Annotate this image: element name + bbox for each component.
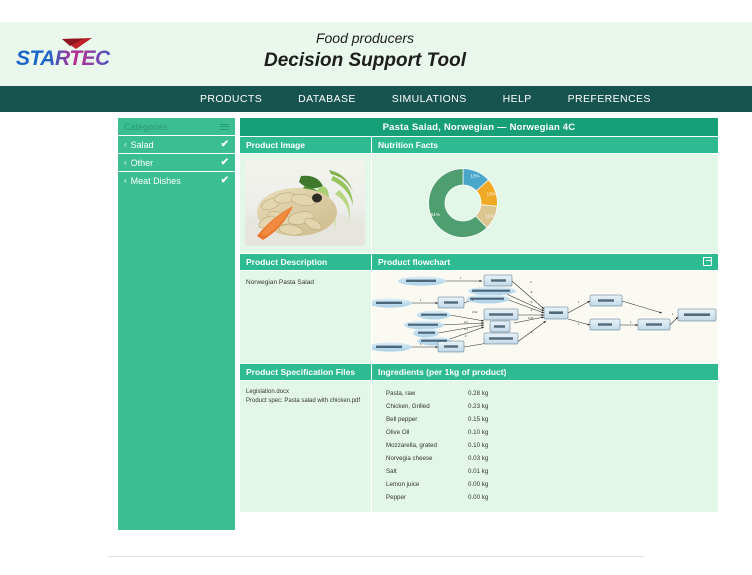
product-image-cell — [240, 154, 371, 253]
ingredient-row: Bell pepper 0.15 kg — [372, 413, 718, 426]
ingredient-amount: 0.01 kg — [468, 468, 489, 475]
sidebar-item-other[interactable]: ‹ Other ✔ — [118, 153, 235, 171]
ingredient-row: Olive Oil 0.10 kg — [372, 426, 718, 439]
product-title: Pasta Salad, Norwegian — Norwegian 4C — [240, 118, 718, 136]
ingredient-name: Chicken, Grilled — [386, 403, 430, 410]
ingredient-name: Pepper — [386, 494, 406, 501]
section-header-product-description: Product Description — [240, 254, 371, 270]
sidebar-item-meat-dishes[interactable]: ‹ Meat Dishes ✔ — [118, 171, 235, 189]
product-content-panel: Pasta Salad, Norwegian — Norwegian 4C Pr… — [240, 118, 718, 512]
hamburger-icon[interactable] — [220, 122, 229, 131]
ingredient-name: Salt — [386, 468, 397, 475]
section-body-row-1: 13%13%11%61% Fat Carbo Protein — [240, 153, 718, 253]
nav-item-database[interactable]: DATABASE — [298, 93, 356, 105]
ingredient-amount: 0.10 kg — [468, 429, 489, 436]
section-header-product-image: Product Image — [240, 137, 371, 153]
svg-text:0.2: 0.2 — [464, 320, 468, 324]
ingredient-row: Mozzarella, grated 0.10 kg — [372, 439, 718, 452]
section-header-flowchart-label: Product flowchart — [378, 257, 451, 267]
ingredient-row: Salt 0.01 kg — [372, 465, 718, 478]
chevron-left-icon: ‹ — [124, 140, 127, 149]
brand-logo[interactable]: STARTEC — [8, 38, 138, 76]
check-icon: ✔ — [220, 139, 229, 150]
page-header: STARTEC Food producers Decision Support … — [0, 22, 752, 86]
app-title: Decision Support Tool — [264, 50, 466, 71]
nav-item-help[interactable]: HELP — [503, 93, 532, 105]
ingredient-amount: 0.15 kg — [468, 416, 489, 423]
ingredient-amount: 0.28 kg — [468, 390, 489, 397]
section-header-product-flowchart: Product flowchart — [372, 254, 718, 270]
spec-files-cell: Legislation.docx Product spec: Pasta sal… — [240, 381, 371, 512]
section-body-row-2: Norwegian Pasta Salad 1 1 1 1 0.02 0.2 0… — [240, 270, 718, 363]
ingredient-row: Pasta, raw 0.28 kg — [372, 387, 718, 400]
spec-file-link[interactable]: Legislation.docx — [246, 388, 365, 397]
product-photo — [245, 160, 365, 246]
donut-label-carbo: 13% — [487, 191, 496, 196]
product-flowchart-cell[interactable]: 1 1 1 1 0.02 0.2 0.1 .0 2 .8 .9 .9 0.42 … — [372, 271, 718, 363]
page-body: Categories ‹ Salad ✔ ‹ Other ✔ ‹ Meat Di… — [0, 112, 752, 552]
svg-text:0.42: 0.42 — [528, 316, 534, 320]
product-description-text: Norwegian Pasta Salad — [246, 279, 314, 286]
donut-label-other: 61% — [431, 212, 440, 217]
sidebar-item-label: Salad — [130, 139, 154, 150]
sidebar-item-salad[interactable]: ‹ Salad ✔ — [118, 135, 235, 153]
product-description-cell: Norwegian Pasta Salad — [240, 271, 371, 363]
sidebar-header: Categories — [118, 118, 235, 135]
section-header-nutrition-facts: Nutrition Facts — [372, 137, 718, 153]
section-header-row-1: Product Image Nutrition Facts — [240, 136, 718, 153]
section-header-spec-files: Product Specification Files — [240, 364, 371, 380]
section-header-ingredients: Ingredients (per 1kg of product) — [372, 364, 718, 380]
ingredient-row: Norvegia cheese 0.03 kg — [372, 452, 718, 465]
categories-sidebar: Categories ‹ Salad ✔ ‹ Other ✔ ‹ Meat Di… — [118, 118, 235, 530]
check-icon: ✔ — [220, 157, 229, 168]
footer-divider — [108, 556, 644, 557]
ingredient-amount: 0.10 kg — [468, 442, 489, 449]
sidebar-heading: Categories — [124, 121, 168, 132]
svg-text:0.1: 0.1 — [464, 327, 468, 331]
sidebar-item-label: Other — [130, 157, 154, 168]
donut-label-fat: 13% — [471, 174, 480, 179]
ingredient-name: Lemon juice — [386, 481, 420, 488]
donut-label-protein: 11% — [485, 214, 494, 219]
ingredient-row: Lemon juice 0.00 kg — [372, 478, 718, 491]
nutrition-donut-chart: 13% 13% 11% 61% — [420, 160, 506, 246]
ingredient-name: Pasta, raw — [386, 390, 416, 397]
ingredient-list: Pasta, raw 0.28 kg Chicken, Grilled 0.23 kg… — [372, 387, 718, 504]
ingredient-name: Norvegia cheese — [386, 455, 433, 462]
ingredient-name: Bell pepper — [386, 416, 418, 423]
nav-item-simulations[interactable]: SIMULATIONS — [392, 93, 467, 105]
ingredient-amount: 0.00 kg — [468, 494, 489, 501]
app-subtitle: Food producers — [315, 30, 415, 46]
nav-item-preferences[interactable]: PREFERENCES — [568, 93, 651, 105]
svg-text:0.02: 0.02 — [472, 310, 478, 314]
chevron-left-icon: ‹ — [124, 176, 127, 185]
ingredients-cell: Pasta, raw 0.28 kg Chicken, Grilled 0.23 kg… — [372, 381, 718, 512]
logo-wordmark: STARTEC — [16, 47, 110, 70]
nav-item-list: PRODUCTS DATABASE SIMULATIONS HELP PREFE… — [200, 86, 651, 112]
nav-item-products[interactable]: PRODUCTS — [200, 93, 262, 105]
expand-icon[interactable] — [703, 257, 712, 266]
ingredient-amount: 0.03 kg — [468, 455, 489, 462]
ingredient-name: Mozzarella, grated — [386, 442, 437, 449]
nutrition-facts-cell: 13%13%11%61% Fat Carbo Protein — [372, 154, 718, 253]
ingredient-amount: 0.23 kg — [468, 403, 489, 410]
check-icon: ✔ — [220, 175, 229, 186]
section-body-row-3: Legislation.docx Product spec: Pasta sal… — [240, 380, 718, 512]
chevron-left-icon: ‹ — [124, 158, 127, 167]
app-title-block: Food producers Decision Support Tool — [155, 28, 575, 73]
ingredient-row: Chicken, Grilled 0.23 kg — [372, 400, 718, 413]
ingredient-row: Pepper 0.00 kg — [372, 491, 718, 504]
ingredient-amount: 0.00 kg — [468, 481, 489, 488]
sidebar-item-label: Meat Dishes — [130, 175, 181, 186]
section-header-row-2: Product Description Product flowchart — [240, 253, 718, 270]
spec-file-link[interactable]: Product spec: Pasta salad with chicken.p… — [246, 397, 365, 406]
main-navbar: PRODUCTS DATABASE SIMULATIONS HELP PREFE… — [0, 86, 752, 112]
ingredient-name: Olive Oil — [386, 429, 410, 436]
flowchart-diagram: 1 1 1 1 0.02 0.2 0.1 .0 2 .8 .9 .9 0.42 … — [372, 271, 718, 363]
section-header-row-3: Product Specification Files Ingredients … — [240, 363, 718, 380]
